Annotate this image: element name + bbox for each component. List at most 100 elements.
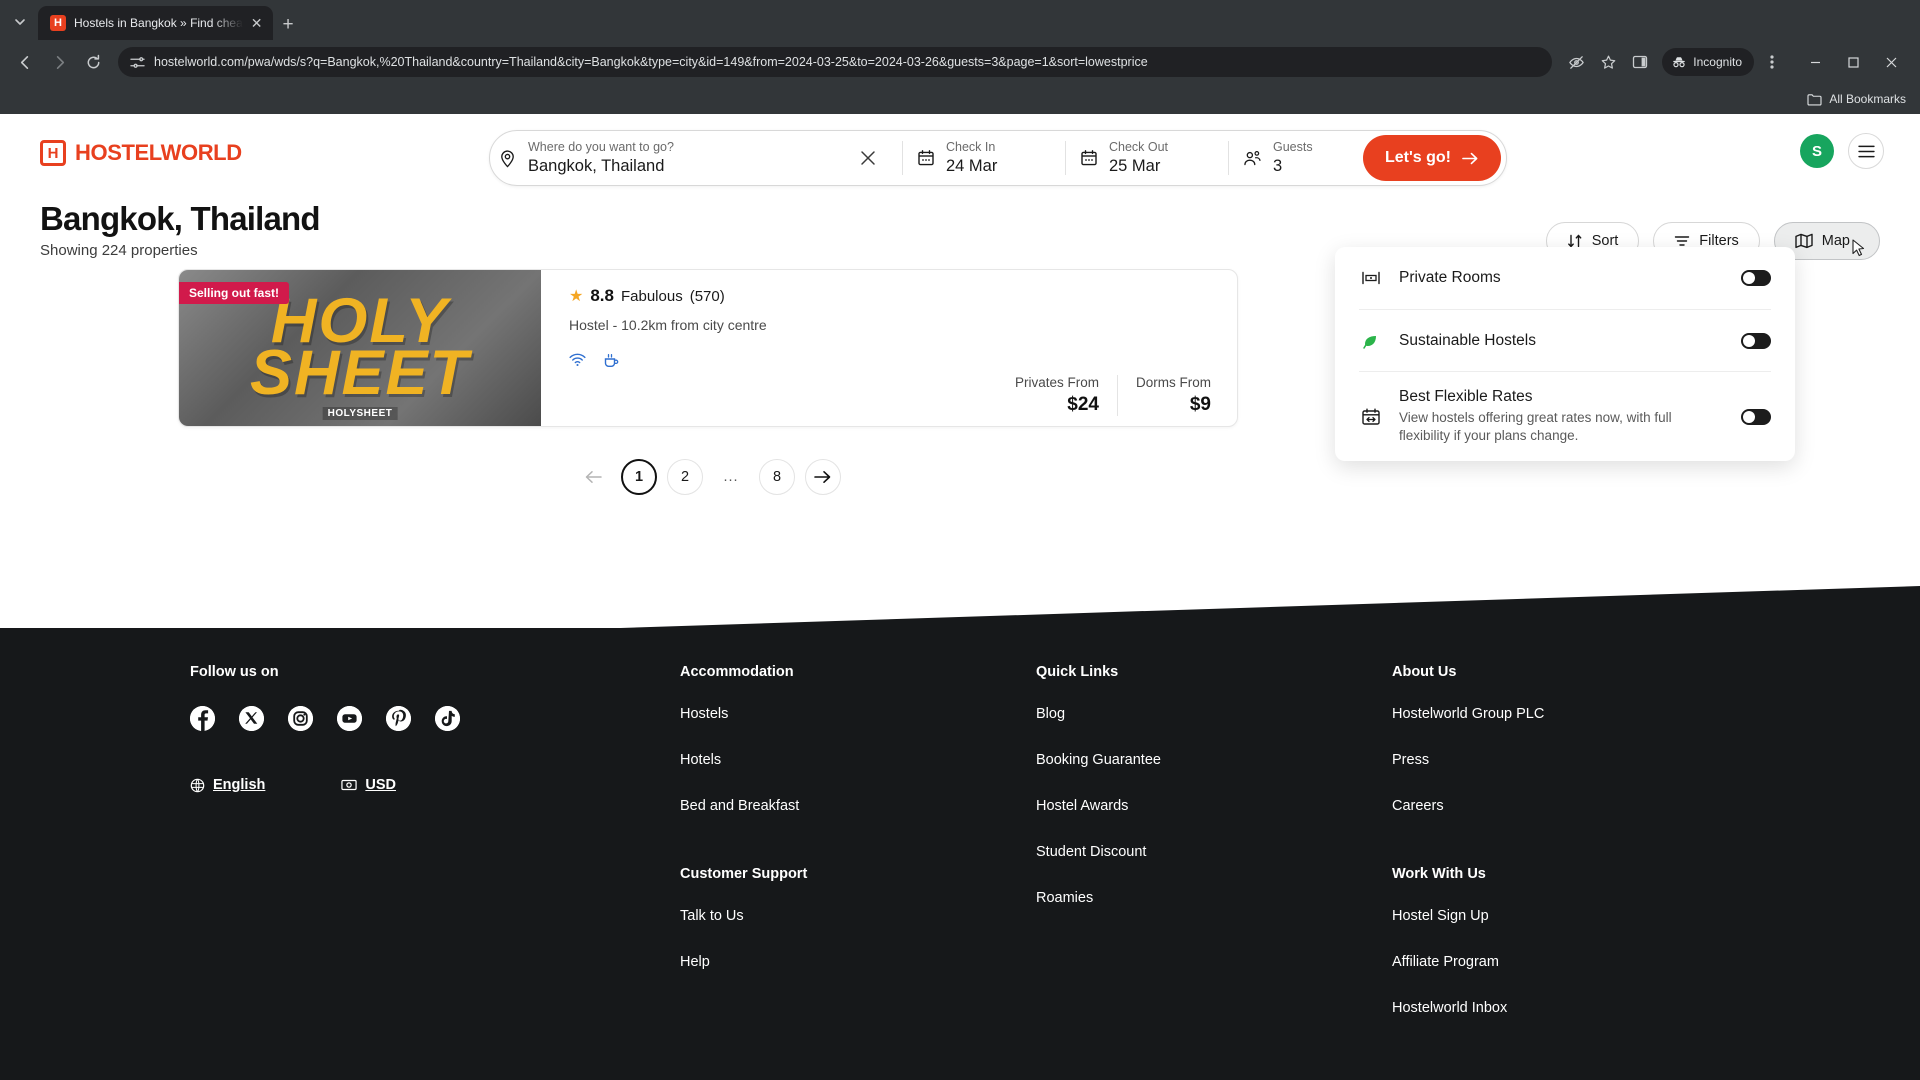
three-dot-menu-icon[interactable] — [1758, 48, 1786, 76]
lets-go-button[interactable]: Let's go! — [1362, 135, 1501, 181]
reload-icon[interactable] — [78, 47, 108, 77]
footer-link-hostelworld-inbox[interactable]: Hostelworld Inbox — [1392, 1000, 1730, 1016]
minimize-icon[interactable] — [1796, 47, 1834, 77]
footer-link-careers[interactable]: Careers — [1392, 798, 1730, 814]
hamburger-menu-icon[interactable] — [1848, 133, 1884, 169]
money-icon — [341, 778, 358, 792]
footer-social-column: Follow us on English USD — [190, 664, 680, 1046]
all-bookmarks-label[interactable]: All Bookmarks — [1829, 92, 1906, 106]
footer-link-student-discount[interactable]: Student Discount — [1036, 844, 1392, 860]
youtube-icon[interactable] — [337, 706, 362, 731]
arrow-right-icon — [1462, 151, 1479, 166]
guests-field[interactable]: Guests 3 — [1229, 131, 1357, 185]
checkin-value: 24 Mar — [945, 156, 998, 175]
filter-title: Sustainable Hostels — [1399, 331, 1536, 349]
folder-icon — [1807, 93, 1822, 106]
address-bar[interactable]: hostelworld.com/pwa/wds/s?q=Bangkok,%20T… — [118, 47, 1553, 77]
footer-link-hotels[interactable]: Hotels — [680, 752, 1036, 768]
footer-link-booking-guarantee[interactable]: Booking Guarantee — [1036, 752, 1392, 768]
x-twitter-icon[interactable] — [239, 706, 264, 731]
browser-tab[interactable]: H Hostels in Bangkok » Find chea ✕ — [38, 6, 273, 40]
destination-field[interactable]: Where do you want to go? Bangkok, Thaila… — [490, 131, 902, 185]
clear-destination-icon[interactable] — [848, 150, 888, 166]
footer-heading: Customer Support — [680, 866, 808, 882]
avatar[interactable]: S — [1800, 134, 1834, 168]
pinterest-icon[interactable] — [386, 706, 411, 731]
footer-heading: Accommodation — [680, 664, 794, 680]
footer-link-hostel-awards[interactable]: Hostel Awards — [1036, 798, 1392, 814]
hostel-card-body: ★ 8.8 Fabulous (570) Hostel - 10.2km fro… — [541, 270, 1237, 426]
map-label: Map — [1821, 233, 1850, 249]
facebook-icon[interactable] — [190, 706, 215, 731]
filter-title: Private Rooms — [1399, 269, 1501, 286]
tab-search-icon[interactable] — [6, 6, 34, 38]
footer-heading: About Us — [1392, 664, 1457, 680]
calendar-icon — [1080, 149, 1098, 167]
rating-row: ★ 8.8 Fabulous (570) — [569, 286, 1215, 306]
pagination-next[interactable] — [805, 459, 841, 495]
logo-mark-icon: H — [40, 140, 66, 166]
pagination-prev[interactable] — [575, 459, 611, 495]
tiktok-icon[interactable] — [435, 706, 460, 731]
star-icon[interactable] — [1594, 48, 1622, 76]
incognito-indicator[interactable]: Incognito — [1662, 48, 1754, 76]
pagination-page[interactable]: 2 — [667, 459, 703, 495]
filter-toggle-flexible-rates[interactable] — [1741, 408, 1771, 425]
hostel-card[interactable]: Selling out fast! HOLY SHEET HOLYSHEET ★… — [178, 269, 1238, 427]
filter-toggle-private-rooms[interactable] — [1741, 270, 1771, 286]
checkout-field[interactable]: Check Out 25 Mar — [1066, 131, 1228, 185]
incognito-icon — [1671, 54, 1687, 70]
footer-link-roamies[interactable]: Roamies — [1036, 890, 1392, 906]
hostel-photo[interactable]: Selling out fast! HOLY SHEET HOLYSHEET — [179, 270, 541, 426]
language-selector[interactable]: English — [190, 777, 265, 793]
filter-toggle-sustainable[interactable] — [1741, 332, 1771, 349]
eye-off-icon[interactable] — [1562, 48, 1590, 76]
site-header: H HOSTELWORLD Where do you want to go? B… — [0, 114, 1920, 192]
checkin-field[interactable]: Check In 24 Mar — [903, 131, 1065, 185]
wifi-icon — [569, 353, 586, 369]
close-icon[interactable]: ✕ — [251, 16, 263, 30]
footer-link-bed-and-breakfast[interactable]: Bed and Breakfast — [680, 798, 1036, 814]
instagram-icon[interactable] — [288, 706, 313, 731]
footer-column-accommodation: Accommodation Hostels Hotels Bed and Bre… — [680, 664, 1036, 1046]
pagination-page[interactable]: 8 — [759, 459, 795, 495]
rating-count: (570) — [689, 287, 725, 305]
back-arrow-icon[interactable] — [10, 47, 40, 77]
filter-row-private-rooms[interactable]: Private Rooms — [1359, 247, 1771, 309]
filter-text: Best Flexible Rates View hostels offerin… — [1399, 388, 1725, 445]
checkin-label: Check In — [945, 139, 996, 154]
maximize-icon[interactable] — [1834, 47, 1872, 77]
footer-link-affiliate-program[interactable]: Affiliate Program — [1392, 954, 1730, 970]
social-links — [190, 706, 680, 731]
side-panel-icon[interactable] — [1626, 48, 1654, 76]
filter-row-sustainable[interactable]: Sustainable Hostels — [1359, 309, 1771, 371]
sustainable-leaf-icon — [1359, 331, 1383, 351]
search-bar: Where do you want to go? Bangkok, Thaila… — [489, 130, 1507, 186]
currency-label: USD — [365, 777, 396, 793]
hostel-meta: Hostel - 10.2km from city centre — [569, 317, 767, 333]
browser-toolbar: hostelworld.com/pwa/wds/s?q=Bangkok,%20T… — [0, 40, 1920, 84]
dorms-label: Dorms From — [1136, 375, 1211, 390]
plus-icon[interactable]: + — [283, 15, 294, 34]
tune-page-info-icon[interactable] — [130, 55, 145, 70]
forward-arrow-icon[interactable] — [44, 47, 74, 77]
map-icon — [1795, 233, 1813, 249]
price-block: Privates From $24 Dorms From $9 — [997, 375, 1229, 416]
privates-label: Privates From — [1014, 375, 1099, 390]
currency-selector[interactable]: USD — [341, 777, 396, 793]
close-window-icon[interactable] — [1872, 47, 1910, 77]
calendar-icon — [917, 149, 935, 167]
hostelworld-logo[interactable]: H HOSTELWORLD — [40, 140, 242, 166]
footer-heading: Work With Us — [1392, 866, 1486, 882]
footer-link-hostels[interactable]: Hostels — [680, 706, 1036, 722]
pagination-page[interactable]: 1 — [621, 459, 657, 495]
bookmarks-bar: All Bookmarks — [0, 84, 1920, 114]
filter-row-flexible-rates[interactable]: Best Flexible Rates View hostels offerin… — [1359, 371, 1771, 461]
footer-link-press[interactable]: Press — [1392, 752, 1730, 768]
footer-link-blog[interactable]: Blog — [1036, 706, 1392, 722]
footer-link-help[interactable]: Help — [680, 954, 1036, 970]
footer-link-talk-to-us[interactable]: Talk to Us — [680, 908, 1036, 924]
filter-text: Sustainable Hostels — [1399, 332, 1725, 350]
footer-link-hostelworld-group-plc[interactable]: Hostelworld Group PLC — [1392, 706, 1730, 722]
footer-link-hostel-sign-up[interactable]: Hostel Sign Up — [1392, 908, 1730, 924]
